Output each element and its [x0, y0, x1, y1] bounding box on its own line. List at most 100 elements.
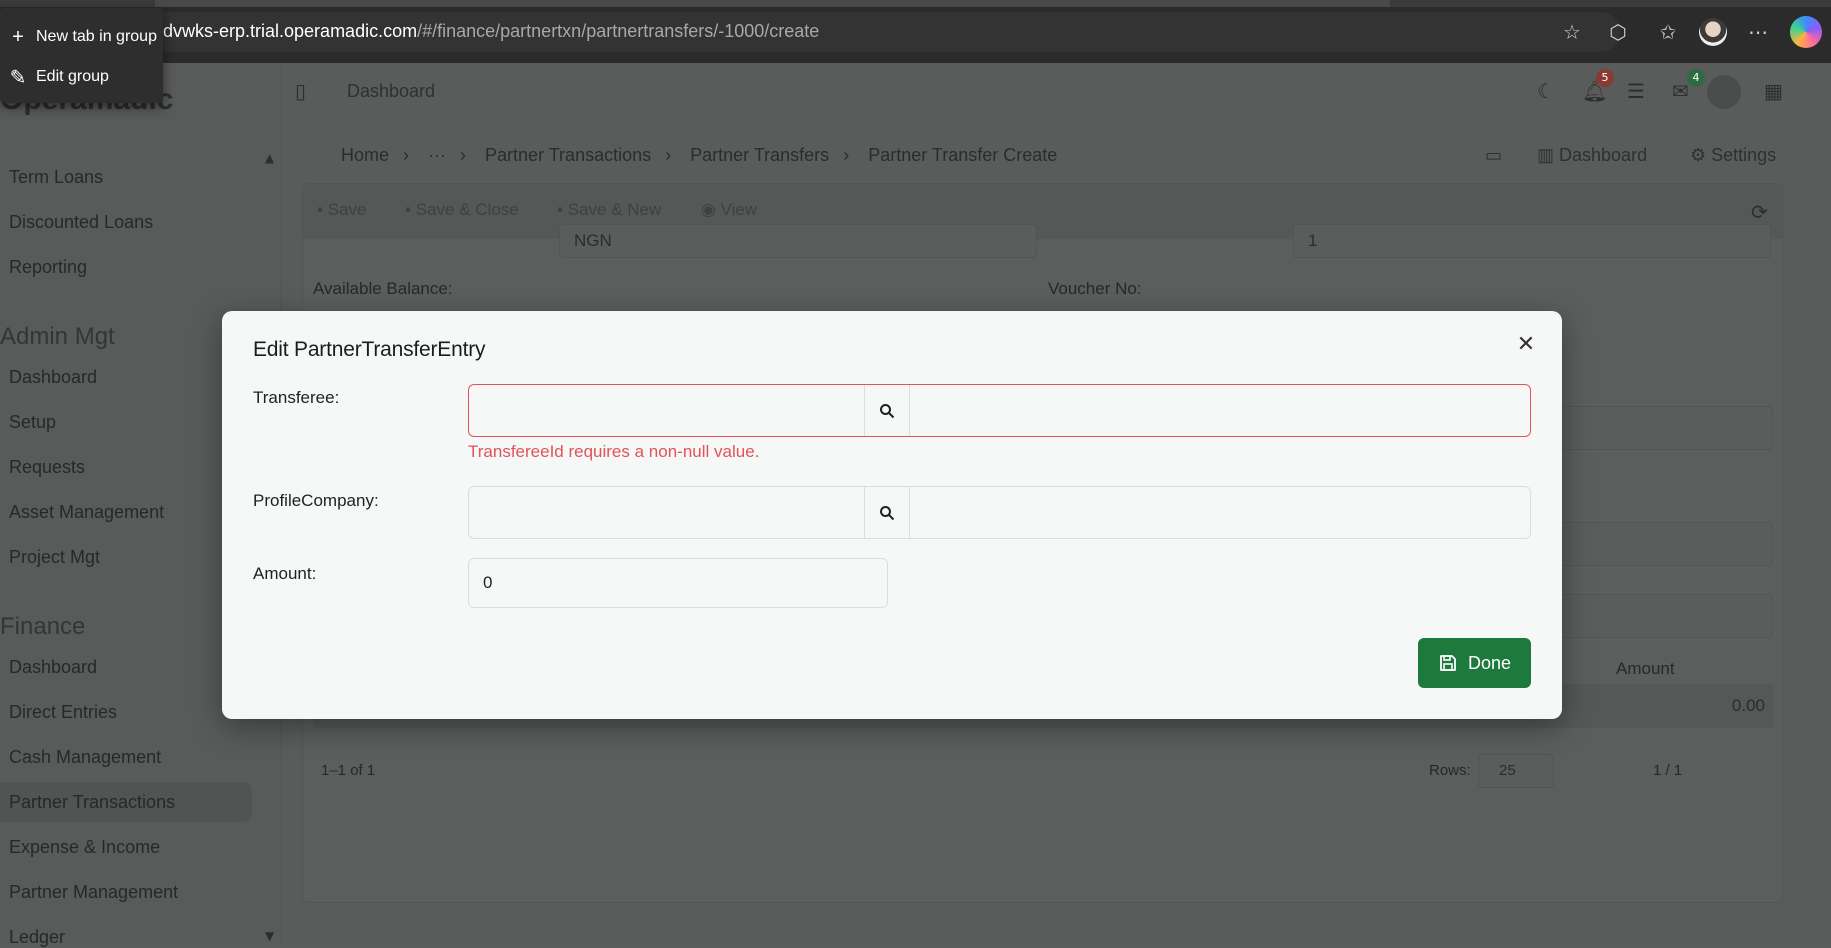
sidebar-item-term-loans[interactable]: Term Loans: [9, 167, 103, 188]
save-label: Save: [327, 200, 367, 219]
url-host: dvwks-erp.trial.operamadic.com: [163, 21, 418, 41]
sidebar-item-expense-income[interactable]: Expense & Income: [9, 837, 160, 858]
crumb-settings-link[interactable]: ⚙ Settings: [1690, 145, 1776, 166]
breadcrumb-home[interactable]: Home: [341, 145, 389, 165]
sidebar-item-cash-management[interactable]: Cash Management: [9, 747, 161, 768]
dark-mode-icon[interactable]: ☾: [1537, 79, 1555, 103]
favorite-star-icon[interactable]: ☆: [1558, 18, 1586, 46]
page-title: Dashboard: [347, 81, 436, 101]
refresh-icon[interactable]: ⟳: [1751, 200, 1768, 225]
sidebar-item-requests[interactable]: Requests: [9, 457, 85, 478]
mail-badge: 4: [1687, 69, 1705, 87]
profile-company-search-button[interactable]: [864, 487, 910, 538]
search-icon: [880, 505, 895, 520]
sidebar-item-admin-dashboard[interactable]: Dashboard: [9, 367, 97, 388]
transferee-lookup: [468, 384, 1531, 437]
rows-label: Rows:: [1429, 762, 1471, 779]
dialog-title: Edit PartnerTransferEntry: [253, 338, 486, 361]
save-close-button[interactable]: ▪ Save & Close: [405, 200, 519, 220]
transferee-error-message: TransfereeId requires a non-null value.: [468, 442, 760, 461]
sidebar-item-discounted-loans[interactable]: Discounted Loans: [9, 212, 153, 233]
sidebar-item-partner-management[interactable]: Partner Management: [9, 882, 178, 903]
new-tab-in-group-item[interactable]: + New tab in group: [0, 19, 163, 55]
scroll-up-icon[interactable]: ▲: [265, 151, 274, 165]
chevron-right-icon: ›: [403, 145, 410, 165]
save-icon: [1440, 655, 1456, 671]
apps-grid-icon[interactable]: ▦: [1764, 79, 1783, 103]
menu-item-label: Edit group: [36, 68, 109, 85]
sidebar-item-direct-entries[interactable]: Direct Entries: [9, 702, 117, 723]
sidebar-item-reporting[interactable]: Reporting: [9, 257, 87, 278]
scroll-down-icon[interactable]: ▼: [265, 929, 274, 943]
voucher-label: Voucher No:: [1048, 279, 1142, 298]
currency-select[interactable]: NGN: [559, 224, 1037, 258]
amount-column-header: Amount: [1616, 659, 1675, 678]
amount-label: Amount:: [253, 564, 317, 583]
edit-partner-transfer-entry-dialog: Edit PartnerTransferEntry ✕ Transferee: …: [222, 311, 1562, 719]
sidebar-item-setup[interactable]: Setup: [9, 412, 56, 433]
plus-icon: +: [12, 25, 24, 48]
breadcrumb: Home › ··· › Partner Transactions › Partner…: [341, 145, 1071, 166]
sidebar-item-asset-management[interactable]: Asset Management: [9, 502, 164, 523]
breadcrumb-more[interactable]: ···: [428, 145, 446, 165]
save-button[interactable]: ▪ Save: [317, 200, 367, 220]
currency-value: NGN: [574, 231, 612, 250]
transferee-input[interactable]: [469, 385, 864, 436]
browser-toolbar: dvwks-erp.trial.operamadic.com/#/finance…: [0, 0, 1831, 63]
pencil-icon: ✎: [9, 66, 27, 89]
save-close-label: Save & Close: [415, 200, 519, 219]
available-balance-label: Available Balance:: [313, 279, 453, 298]
menu-item-label: New tab in group: [36, 28, 157, 45]
favorites-icon[interactable]: ✩: [1654, 18, 1682, 46]
crumb-settings-label: Settings: [1711, 145, 1777, 165]
done-button[interactable]: Done: [1418, 638, 1531, 688]
transferee-label: Transferee:: [253, 388, 340, 407]
sidebar-item-finance-dashboard[interactable]: Dashboard: [9, 657, 97, 678]
breadcrumb-partner-transactions[interactable]: Partner Transactions: [485, 145, 651, 165]
user-avatar[interactable]: [1707, 75, 1741, 109]
chevron-right-icon: ›: [843, 145, 850, 165]
page-indicator: 1 / 1: [1653, 762, 1683, 779]
profile-company-lookup: [468, 486, 1531, 539]
save-new-label: Save & New: [567, 200, 662, 219]
chevron-right-icon: ›: [665, 145, 672, 165]
crumb-dashboard-link[interactable]: ▥ Dashboard: [1537, 145, 1647, 166]
sidebar-item-partner-transactions[interactable]: Partner Transactions: [9, 792, 175, 813]
chevron-right-icon: ›: [460, 145, 467, 165]
extensions-icon[interactable]: ⬡: [1604, 18, 1632, 46]
sidebar-toggle-icon[interactable]: ▯: [295, 79, 306, 103]
more-menu-icon[interactable]: ⋯: [1744, 18, 1772, 46]
pagination-info: 1–1 of 1: [321, 762, 376, 779]
sidebar-item-ledger[interactable]: Ledger: [9, 927, 65, 948]
search-icon: [880, 403, 895, 418]
tab-strip: [0, 0, 1831, 7]
breadcrumb-current: Partner Transfer Create: [868, 145, 1058, 165]
sidebar-item-project-mgt[interactable]: Project Mgt: [9, 547, 100, 568]
tasks-icon[interactable]: ☰: [1627, 79, 1645, 103]
url-path: /#/finance/partnertxn/partnertransfers/-…: [417, 21, 820, 41]
rows-select[interactable]: 25: [1478, 754, 1554, 788]
breadcrumb-partner-transfers[interactable]: Partner Transfers: [690, 145, 829, 165]
top-nav: ▯ Dashboard ☾ 🔔︎ 5 ☰ ✉ 4 ▦: [283, 63, 1831, 123]
save-new-button[interactable]: ▪ Save & New: [557, 200, 661, 220]
edit-group-item[interactable]: ✎ Edit group: [0, 59, 163, 95]
bg-field-right[interactable]: 1: [1293, 224, 1771, 258]
transferee-search-button[interactable]: [864, 385, 910, 436]
profile-avatar[interactable]: [1699, 18, 1727, 46]
copilot-icon[interactable]: [1790, 16, 1822, 48]
close-icon[interactable]: ✕: [1512, 331, 1540, 359]
profile-company-label: ProfileCompany:: [253, 491, 379, 510]
url-text[interactable]: dvwks-erp.trial.operamadic.com/#/finance…: [163, 21, 819, 42]
tab-group-menu: + New tab in group ✎ Edit group: [0, 8, 163, 103]
notification-badge: 5: [1596, 69, 1614, 87]
view-label: View: [720, 200, 758, 219]
section-admin-mgt: Admin Mgt: [0, 323, 115, 350]
comment-icon[interactable]: ▭: [1485, 145, 1502, 166]
done-label: Done: [1467, 652, 1512, 673]
amount-input[interactable]: 0: [468, 558, 888, 608]
mail-icon[interactable]: ✉: [1672, 79, 1689, 103]
active-tab[interactable]: [155, 0, 1390, 7]
profile-company-input[interactable]: [469, 487, 864, 538]
view-button[interactable]: ◉ View: [701, 200, 757, 220]
bg-field-right-value: 1: [1308, 231, 1318, 250]
